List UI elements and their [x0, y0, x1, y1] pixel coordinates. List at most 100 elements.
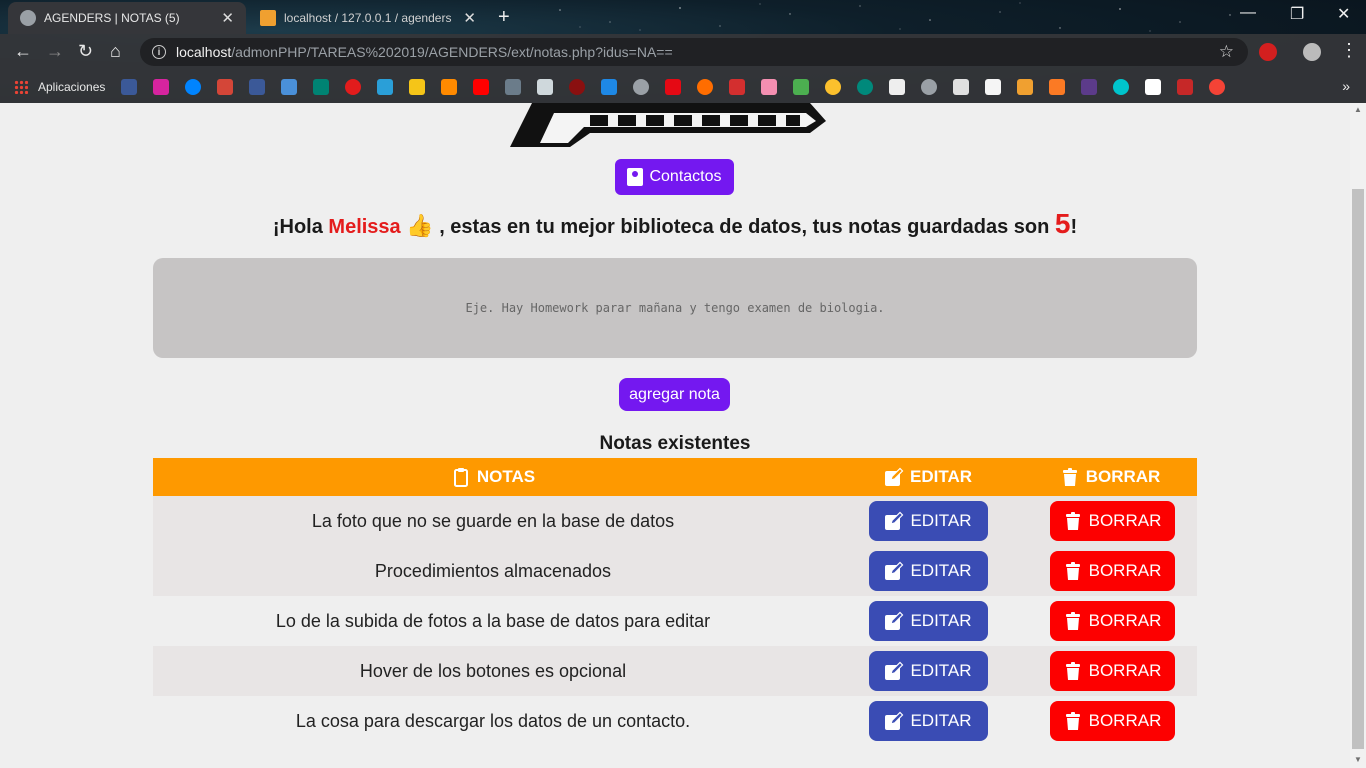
bookmark-icon[interactable]	[377, 78, 394, 95]
bookmark-icon[interactable]	[537, 78, 554, 95]
globe-icon[interactable]	[633, 78, 650, 95]
instagram-icon[interactable]	[153, 78, 170, 95]
new-tab-icon[interactable]: +	[498, 6, 510, 29]
minimize-icon[interactable]: —	[1240, 4, 1256, 22]
page-scrollbar[interactable]: ▲ ▼	[1350, 103, 1366, 768]
bookmark-icon[interactable]	[569, 78, 586, 95]
delete-button[interactable]: BORRAR	[1049, 601, 1175, 641]
back-icon[interactable]: ←	[14, 41, 32, 62]
scroll-down-icon[interactable]: ▼	[1354, 755, 1362, 764]
note-text: Lo de la subida de fotos a la base de da…	[275, 610, 711, 631]
delete-button[interactable]: BORRAR	[1049, 551, 1175, 591]
edit-icon	[885, 661, 904, 680]
bookmark-icon[interactable]	[505, 78, 522, 95]
header-notas-label: NOTAS	[476, 467, 536, 486]
reload-icon[interactable]: ↻	[78, 41, 93, 62]
messenger-icon[interactable]	[185, 78, 202, 95]
profile-avatar[interactable]	[1303, 43, 1321, 61]
bookmark-icon[interactable]	[409, 78, 426, 95]
apps-grid-icon	[14, 79, 28, 94]
tab-agenders-notas[interactable]: AGENDERS | NOTAS (5) ✕	[8, 2, 246, 34]
edit-icon	[885, 711, 904, 730]
table-row: La cosa para descargar los datos de un c…	[153, 696, 1197, 746]
restore-icon[interactable]: ❐	[1290, 4, 1304, 24]
bookmark-icon[interactable]	[697, 78, 714, 95]
bookmarks-bar: Aplicaciones »	[0, 70, 1366, 103]
scrollbar-thumb[interactable]	[1352, 189, 1364, 749]
menu-icon[interactable]: ⋮	[1340, 40, 1358, 61]
bookmark-icon[interactable]	[793, 78, 810, 95]
close-icon[interactable]: ✕	[221, 9, 234, 27]
bookmark-icon[interactable]	[281, 78, 298, 95]
user-name: Melissa	[328, 216, 401, 238]
close-icon[interactable]: ✕	[463, 9, 476, 27]
delete-button[interactable]: BORRAR	[1049, 701, 1175, 741]
edit-button[interactable]: EDITAR	[868, 551, 988, 591]
trash-icon	[1065, 612, 1080, 630]
edit-label: EDITAR	[910, 561, 972, 580]
bookmark-icon[interactable]	[1209, 78, 1226, 95]
thumbs-up-icon: 👍	[406, 213, 434, 238]
bookmark-apps[interactable]: Aplicaciones	[14, 79, 105, 94]
greeting-prefix: ¡Hola	[272, 216, 329, 238]
bookmark-icon[interactable]	[601, 78, 618, 95]
bookmark-icon[interactable]	[729, 78, 746, 95]
bookmark-icon[interactable]	[1145, 78, 1162, 95]
netflix-icon[interactable]	[665, 78, 682, 95]
edit-label: EDITAR	[910, 711, 972, 730]
browser-chrome: AGENDERS | NOTAS (5) ✕ localhost / 127.0…	[0, 0, 1366, 103]
bookmark-icon[interactable]	[1177, 78, 1194, 95]
tab-phpmyadmin[interactable]: localhost / 127.0.0.1 / agenders ✕	[248, 2, 488, 34]
bookmark-icon[interactable]	[985, 78, 1002, 95]
mega-icon[interactable]	[345, 78, 362, 95]
forward-icon[interactable]: →	[46, 41, 64, 62]
notes-count: 5	[1054, 208, 1071, 239]
tv-icon[interactable]	[953, 78, 970, 95]
trash-icon	[1065, 712, 1080, 730]
bookmark-icon[interactable]	[857, 78, 874, 95]
delete-label: BORRAR	[1088, 661, 1162, 680]
bookmark-icon[interactable]	[1081, 78, 1098, 95]
more-bookmarks-icon[interactable]: »	[1342, 78, 1350, 94]
trash-icon	[1062, 468, 1077, 486]
note-input[interactable]: Eje. Hay Homework parar mañana y tengo e…	[153, 258, 1197, 358]
edit-button[interactable]: EDITAR	[868, 501, 988, 541]
soundcloud-icon[interactable]	[441, 78, 458, 95]
phpmyadmin-icon[interactable]	[1017, 78, 1034, 95]
xampp-icon[interactable]	[1049, 78, 1066, 95]
bing-icon[interactable]	[313, 78, 330, 95]
edit-button[interactable]: EDITAR	[868, 601, 988, 641]
bookmark-icon[interactable]	[825, 78, 842, 95]
contactos-button[interactable]: Contactos	[615, 159, 734, 195]
delete-button[interactable]: BORRAR	[1049, 651, 1175, 691]
note-text: Procedimientos almacenados	[374, 560, 612, 581]
adblock-extension-icon[interactable]	[1259, 43, 1277, 61]
greeting-heading: ¡Hola Melissa 👍 , estas en tu mejor bibl…	[0, 208, 1350, 240]
home-icon[interactable]: ⌂	[110, 41, 121, 62]
gmail-icon[interactable]	[217, 78, 234, 95]
scroll-up-icon[interactable]: ▲	[1354, 105, 1362, 114]
table-row: La foto que no se guarde en la base de d…	[153, 496, 1197, 546]
tab-title: localhost / 127.0.0.1 / agenders	[284, 11, 452, 25]
add-note-button[interactable]: agregar nota	[619, 378, 730, 411]
facebook-icon[interactable]	[121, 78, 138, 95]
greeting-middle: , estas en tu mejor biblioteca de datos,…	[433, 216, 1055, 238]
canva-icon[interactable]	[1113, 78, 1130, 95]
bookmark-icon[interactable]	[761, 78, 778, 95]
facebook-icon[interactable]	[249, 78, 266, 95]
contactos-label: Contactos	[649, 168, 722, 185]
url-path: /admonPHP/TAREAS%202019/AGENDERS/ext/not…	[231, 44, 673, 60]
delete-button[interactable]: BORRAR	[1049, 501, 1175, 541]
edit-button[interactable]: EDITAR	[868, 701, 988, 741]
edit-button[interactable]: EDITAR	[868, 651, 988, 691]
youtube-icon[interactable]	[473, 78, 490, 95]
info-icon[interactable]: i	[152, 45, 166, 59]
edit-label: EDITAR	[910, 661, 972, 680]
url-input[interactable]: i localhost /admonPHP/TAREAS%202019/AGEN…	[140, 38, 1248, 66]
close-window-icon[interactable]: ✕	[1337, 4, 1350, 24]
bookmark-icon[interactable]	[889, 78, 906, 95]
globe-icon[interactable]	[921, 78, 938, 95]
edit-label: EDITAR	[910, 511, 972, 530]
delete-label: BORRAR	[1088, 561, 1162, 580]
star-icon[interactable]: ☆	[1219, 42, 1234, 62]
